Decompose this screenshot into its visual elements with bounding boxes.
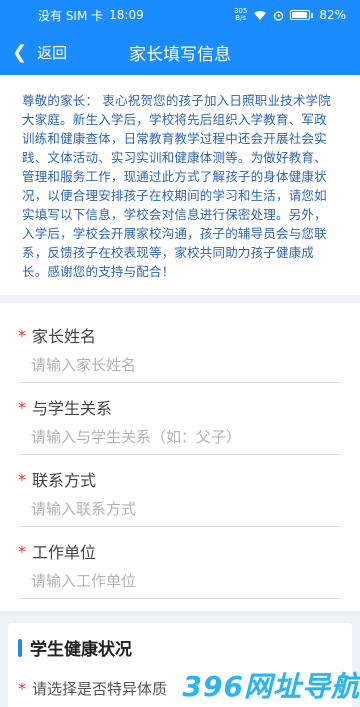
field-label: * 与学生关系 [18, 395, 342, 419]
back-label: 返回 [37, 44, 68, 62]
field-label-text: 工作单位 [32, 543, 97, 562]
status-right: 305 B/s 82% [234, 8, 346, 23]
status-left: 没有 SIM 卡 18:09 [38, 7, 144, 24]
required-mark: * [18, 325, 26, 345]
notice-paragraph: 尊敬的家长： 衷心祝贺您的孩子加入日照职业技术学院大家庭。新生入学后，学校将先后… [0, 75, 360, 295]
back-button[interactable]: ❮ 返回 [12, 42, 67, 63]
alarm-icon [273, 10, 284, 21]
section-title-text: 学生健康状况 [30, 640, 132, 660]
clock-text: 18:09 [109, 8, 144, 22]
required-mark: * [18, 541, 26, 561]
field-label: * 家长姓名 [18, 323, 342, 347]
employer-field: * 工作单位 [18, 527, 342, 599]
required-mark: * [18, 679, 26, 698]
parent-name-input[interactable] [18, 347, 342, 383]
chevron-left-icon: ❮ [12, 41, 28, 63]
carrier-text: 没有 SIM 卡 [38, 8, 104, 23]
parent-info-form: * 家长姓名 * 与学生关系 * 联系方式 * 工作单位 [0, 303, 360, 611]
employer-input[interactable] [18, 563, 342, 599]
field-label-text: 联系方式 [32, 471, 97, 490]
relationship-input[interactable] [18, 419, 342, 455]
field-label: * 工作单位 [18, 539, 342, 563]
field-label: * 联系方式 [18, 467, 342, 491]
parent-name-field: * 家长姓名 [18, 311, 342, 383]
site-watermark-logo: 396网址导航 [182, 670, 360, 703]
section-heading: 学生健康状况 [18, 635, 342, 660]
network-speed-unit: B/s [235, 14, 247, 22]
contact-field: * 联系方式 [18, 455, 342, 527]
battery-percent: 82% [319, 8, 346, 22]
required-mark: * [18, 469, 26, 489]
field-label-text: 家长姓名 [32, 327, 97, 346]
network-speed: 305 B/s [234, 8, 247, 22]
wifi-icon [253, 10, 267, 21]
section-accent-bar [18, 638, 22, 657]
app-screen: 没有 SIM 卡 18:09 305 B/s 82% ❮ 返回 家长填写信息 尊… [0, 0, 360, 707]
page-header: ❮ 返回 家长填写信息 [0, 30, 360, 75]
status-bar: 没有 SIM 卡 18:09 305 B/s 82% [0, 0, 360, 30]
relationship-field: * 与学生关系 [18, 383, 342, 455]
required-mark: * [18, 397, 26, 417]
contact-input[interactable] [18, 491, 342, 527]
select-label: 请选择是否特异体质 [32, 680, 168, 698]
field-label-text: 与学生关系 [32, 399, 113, 418]
top-bar: 没有 SIM 卡 18:09 305 B/s 82% ❮ 返回 家长填写信息 [0, 0, 360, 75]
battery-icon [290, 10, 314, 20]
